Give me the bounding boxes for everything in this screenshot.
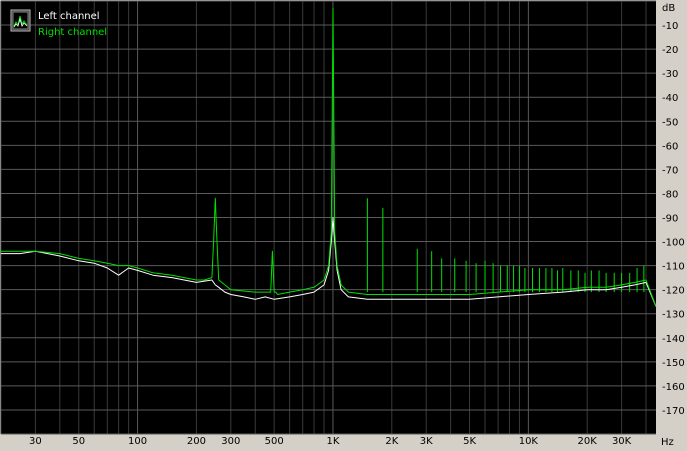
x-tick-label: 1K bbox=[327, 436, 340, 447]
y-tick-labels: -10 -20 -30 -40 -50 -60 -70 -80 -90 -100 -110 -120 -… bbox=[662, 21, 685, 417]
x-tick-label: 300 bbox=[221, 436, 240, 447]
y-tick-label: -10 bbox=[662, 21, 678, 32]
x-tick-label: 30K bbox=[612, 436, 632, 447]
legend-left-channel: Left channel bbox=[38, 11, 100, 22]
x-tick-label: 200 bbox=[187, 436, 206, 447]
y-tick-label: -130 bbox=[662, 310, 685, 321]
x-tick-label: 20K bbox=[578, 436, 598, 447]
y-tick-label: -120 bbox=[662, 286, 685, 297]
y-tick-label: -50 bbox=[662, 117, 678, 128]
y-tick-label: -140 bbox=[662, 334, 685, 345]
x-tick-label: 30 bbox=[29, 436, 42, 447]
y-tick-label: -150 bbox=[662, 358, 685, 369]
y-tick-label: -20 bbox=[662, 45, 678, 56]
y-tick-label: -110 bbox=[662, 262, 685, 273]
x-tick-label: 100 bbox=[128, 436, 147, 447]
x-tick-label: 500 bbox=[265, 436, 284, 447]
x-tick-label: 2K bbox=[385, 436, 398, 447]
x-tick-label: 3K bbox=[420, 436, 433, 447]
legend-right-channel: Right channel bbox=[38, 27, 107, 38]
spectrum-chart[interactable]: -10 -20 -30 -40 -50 -60 -70 -80 -90 -100 -110 -120 -… bbox=[0, 0, 687, 451]
y-tick-label: -170 bbox=[662, 406, 685, 417]
x-tick-label: 10K bbox=[519, 436, 539, 447]
y-tick-label: -90 bbox=[662, 214, 678, 225]
analyzer-window: -10 -20 -30 -40 -50 -60 -70 -80 -90 -100 -110 -120 -… bbox=[0, 0, 687, 451]
y-tick-label: -40 bbox=[662, 93, 678, 104]
x-tick-label: 50 bbox=[72, 436, 85, 447]
x-tick-label: 5K bbox=[463, 436, 476, 447]
y-tick-label: -80 bbox=[662, 189, 678, 200]
y-tick-label: -160 bbox=[662, 382, 685, 393]
x-unit-label: Hz bbox=[661, 437, 674, 448]
legend-toggle-icon[interactable] bbox=[10, 9, 31, 32]
y-tick-label: -60 bbox=[662, 141, 678, 152]
y-tick-label: -70 bbox=[662, 165, 678, 176]
y-tick-label: -30 bbox=[662, 69, 678, 80]
x-tick-labels: 30 50 100 200 300 500 1K 2K 3K 5K 10K 20K 30K bbox=[29, 436, 632, 447]
y-unit-label: dB bbox=[662, 3, 675, 14]
y-tick-label: -100 bbox=[662, 238, 685, 249]
